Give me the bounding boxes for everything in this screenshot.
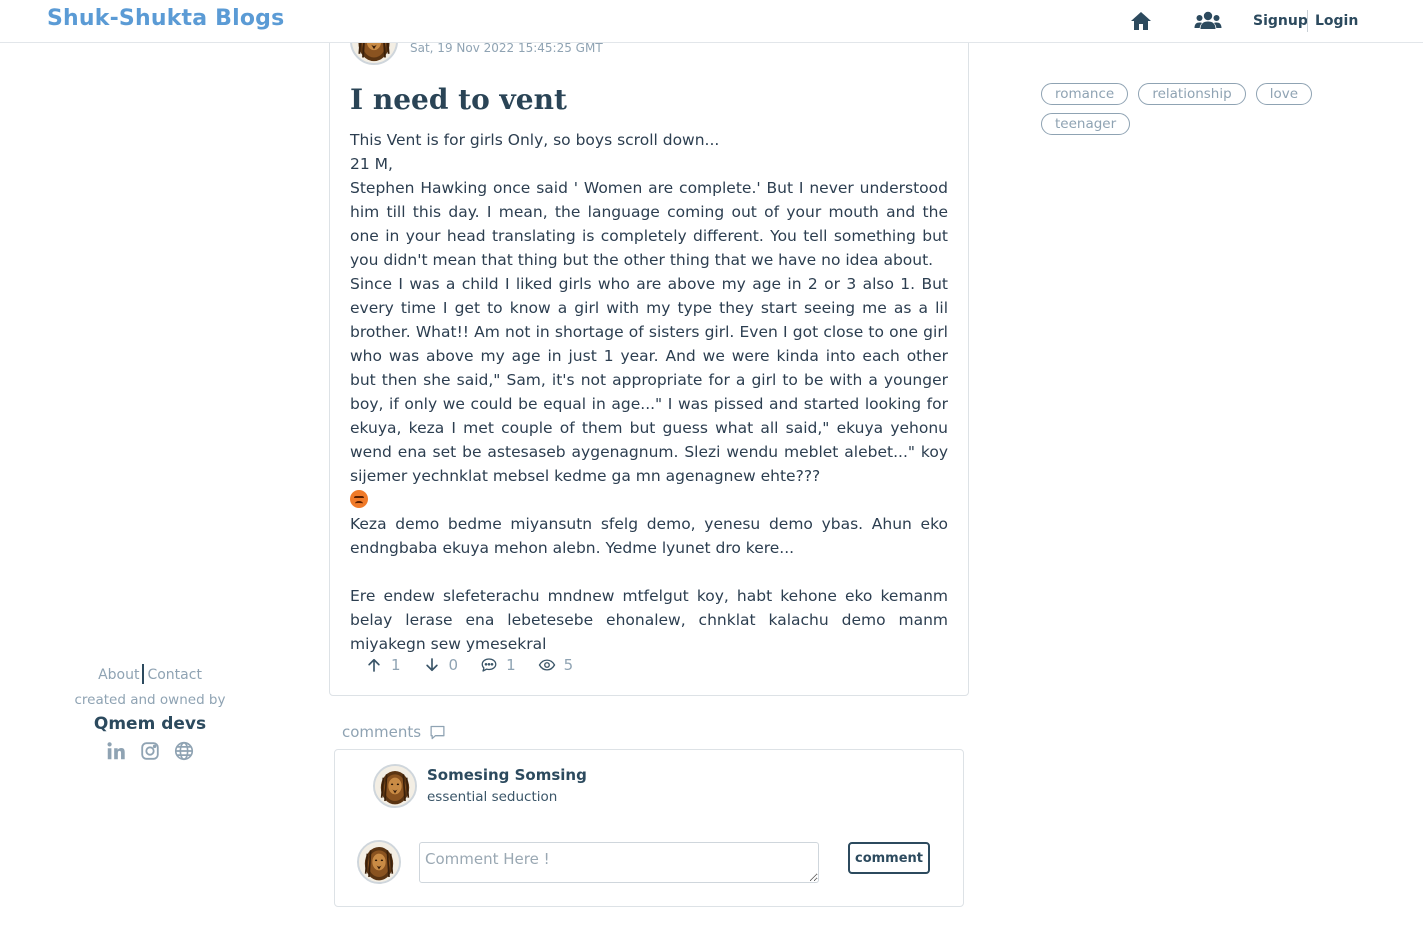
social-links (60, 740, 240, 762)
footer-divider (142, 664, 145, 684)
post-paragraph: Since I was a child I liked girls who ar… (350, 275, 948, 485)
tag-relationship[interactable]: relationship (1138, 83, 1246, 105)
brand-logo[interactable]: Shuk-Shukta Blogs (47, 6, 284, 31)
comment-count-button[interactable]: 1 (480, 656, 516, 674)
post-card: Sat, 19 Nov 2022 15:45:25 GMT I need to … (329, 10, 969, 696)
users-icon[interactable] (1194, 9, 1222, 33)
linkedin-icon[interactable] (105, 740, 127, 762)
comment-count: 1 (506, 656, 516, 674)
post-paragraph: Keza demo bedme miyansutn sfelg demo, ye… (350, 515, 948, 557)
post-paragraph: 21 M, (350, 155, 393, 173)
views-stat: 5 (538, 656, 574, 674)
sidebar-footer: About Contact created and owned by Qmem d… (60, 664, 240, 762)
post-title: I need to vent (350, 83, 567, 116)
comment-author[interactable]: Somesing Somsing (427, 766, 587, 784)
current-user-avatar (357, 840, 401, 884)
about-link[interactable]: About (98, 667, 139, 683)
comment-text: essential seduction (427, 789, 558, 805)
post-body: This Vent is for girls Only, so boys scr… (350, 128, 948, 656)
upvote-button[interactable]: 1 (365, 656, 401, 674)
post-date: Sat, 19 Nov 2022 15:45:25 GMT (410, 41, 603, 55)
post-paragraph: Ere endew slefeterachu mndnew mtfelgut k… (350, 587, 948, 653)
post-stats: 1 0 1 5 (365, 655, 595, 675)
comment-input[interactable] (419, 842, 819, 883)
upvote-count: 1 (391, 656, 401, 674)
downvote-button[interactable]: 0 (423, 656, 459, 674)
nav-divider (1307, 10, 1308, 32)
comment-square-icon (430, 725, 445, 739)
arrow-up-icon (368, 658, 380, 672)
comments-section: Somesing Somsing essential seduction com… (334, 749, 964, 907)
signup-link[interactable]: Signup (1253, 13, 1308, 29)
home-icon[interactable] (1128, 9, 1154, 33)
downvote-count: 0 (448, 656, 459, 674)
comment-bubble-icon (481, 658, 497, 672)
devs-name: Qmem devs (93, 714, 207, 734)
contact-link[interactable]: Contact (147, 667, 201, 683)
footer-links: About Contact (60, 664, 240, 684)
tag-romance[interactable]: romance (1041, 83, 1129, 105)
post-paragraph: This Vent is for girls Only, so boys scr… (350, 131, 720, 149)
tag-list: romance relationship love teenager (1041, 83, 1321, 143)
angry-face-icon (350, 490, 368, 508)
commenter-avatar[interactable] (373, 764, 417, 808)
eye-icon (538, 659, 555, 671)
top-navbar: Shuk-Shukta Blogs Signup Login (0, 0, 1423, 43)
tag-love[interactable]: love (1255, 83, 1313, 105)
login-link[interactable]: Login (1315, 13, 1358, 29)
emoji-line (350, 488, 948, 512)
comments-label: comments (342, 723, 422, 741)
tag-teenager[interactable]: teenager (1041, 113, 1131, 135)
comments-heading: comments (342, 723, 446, 741)
instagram-icon[interactable] (139, 740, 161, 762)
globe-icon[interactable] (173, 740, 195, 762)
submit-comment-button[interactable]: comment (848, 842, 930, 874)
view-count: 5 (563, 656, 574, 674)
post-paragraph: Stephen Hawking once said ' Women are co… (350, 179, 948, 269)
owned-by-text: created and owned by (74, 692, 226, 708)
arrow-down-icon (425, 658, 438, 672)
